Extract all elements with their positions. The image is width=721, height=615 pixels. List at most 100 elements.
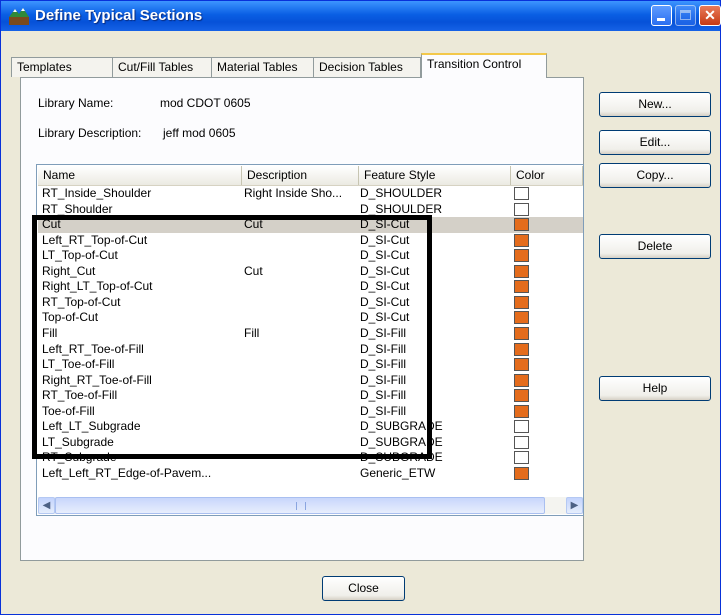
app-icon xyxy=(9,8,29,25)
color-swatch[interactable] xyxy=(514,373,529,387)
horizontal-scroll-thumb[interactable] xyxy=(55,497,545,514)
row-name: Cut xyxy=(42,217,61,232)
row-feature-style: D_SI-Fill xyxy=(360,388,407,403)
edit-button[interactable]: Edit... xyxy=(599,130,711,155)
color-swatch[interactable] xyxy=(514,218,529,232)
row-name: Left_RT_Top-of-Cut xyxy=(42,232,148,247)
row-feature-style: D_SI-Cut xyxy=(360,232,410,247)
color-swatch[interactable] xyxy=(514,264,529,278)
row-name: Left_LT_Subgrade xyxy=(42,419,141,434)
close-window-button[interactable]: ✕ xyxy=(699,5,721,26)
scroll-corner xyxy=(583,497,584,514)
column-header-feature-style[interactable]: Feature Style xyxy=(359,166,511,185)
dialog-window: Define Typical Sections ✕ Templates Cut/… xyxy=(0,0,721,615)
row-name: RT_Shoulder xyxy=(42,201,113,216)
table-row[interactable]: Right_LT_Top-of-Cut D_SI-Cut xyxy=(38,279,583,295)
scroll-up-button[interactable]: ▲ xyxy=(583,166,584,183)
color-swatch[interactable] xyxy=(514,389,529,403)
chevron-right-icon: ▶ xyxy=(570,500,579,511)
color-swatch[interactable] xyxy=(514,466,529,480)
column-header-color[interactable]: Color xyxy=(511,166,583,185)
horizontal-scrollbar[interactable]: ◀ ▶ xyxy=(38,497,583,514)
table-row[interactable]: Right_Cut Cut D_SI-Cut xyxy=(38,264,583,280)
row-feature-style: D_SI-Fill xyxy=(360,372,407,387)
minimize-button[interactable] xyxy=(651,5,672,26)
list-header: Name Description Feature Style Color xyxy=(38,166,583,186)
table-row[interactable]: Toe-of-Fill D_SI-Fill xyxy=(38,404,583,420)
table-row[interactable]: RT_Subgrade D_SUBGRADE xyxy=(38,450,583,466)
row-name: LT_Subgrade xyxy=(42,434,114,449)
scroll-right-button[interactable]: ▶ xyxy=(566,497,583,514)
table-row[interactable]: LT_Subgrade D_SUBGRADE xyxy=(38,435,583,451)
column-header-name[interactable]: Name xyxy=(38,166,242,185)
color-swatch[interactable] xyxy=(514,187,529,200)
title-bar[interactable]: Define Typical Sections ✕ xyxy=(1,1,721,31)
table-row[interactable]: Cut Cut D_SI-Cut xyxy=(38,217,583,233)
vertical-scroll-track[interactable] xyxy=(583,183,584,479)
row-feature-style: D_SUBGRADE xyxy=(360,434,443,449)
row-description: Right Inside Sho... xyxy=(244,186,343,200)
row-feature-style: D_SHOULDER xyxy=(360,186,443,200)
table-row[interactable]: RT_Inside_Shoulder Right Inside Sho... D_S… xyxy=(38,186,583,202)
row-feature-style: D_SI-Cut xyxy=(360,279,410,294)
new-button[interactable]: New... xyxy=(599,92,711,117)
transition-list[interactable]: Name Description Feature Style Color RT_… xyxy=(36,164,584,516)
column-header-description[interactable]: Description xyxy=(242,166,359,185)
color-swatch[interactable] xyxy=(514,311,529,325)
table-row[interactable]: Top-of-Cut D_SI-Cut xyxy=(38,310,583,326)
row-name: Left_Left_RT_Edge-of-Pavem... xyxy=(42,465,212,480)
row-feature-style: D_SI-Fill xyxy=(360,341,407,356)
row-name: Right_RT_Toe-of-Fill xyxy=(42,372,152,387)
table-row[interactable]: RT_Toe-of-Fill D_SI-Fill xyxy=(38,388,583,404)
color-swatch[interactable] xyxy=(514,202,529,216)
color-swatch[interactable] xyxy=(514,342,529,356)
scroll-left-button[interactable]: ◀ xyxy=(38,497,55,514)
color-swatch[interactable] xyxy=(514,249,529,263)
table-row[interactable]: Right_RT_Toe-of-Fill D_SI-Fill xyxy=(38,373,583,389)
row-name: Fill xyxy=(42,325,58,340)
table-row[interactable]: RT_Top-of-Cut D_SI-Cut xyxy=(38,295,583,311)
scroll-down-button[interactable]: ▼ xyxy=(583,479,584,496)
row-name: Left_RT_Toe-of-Fill xyxy=(42,341,144,356)
table-row[interactable]: LT_Top-of-Cut D_SI-Cut xyxy=(38,248,583,264)
table-row[interactable]: LT_Toe-of-Fill D_SI-Fill xyxy=(38,357,583,373)
color-swatch[interactable] xyxy=(514,420,529,434)
close-icon: ✕ xyxy=(704,7,716,23)
table-row[interactable]: RT_Shoulder D_SHOULDER xyxy=(38,202,583,218)
color-swatch[interactable] xyxy=(514,358,529,372)
row-feature-style: Generic_ETW xyxy=(360,465,436,480)
row-name: RT_Top-of-Cut xyxy=(42,294,121,309)
help-button[interactable]: Help xyxy=(599,376,711,401)
library-name-label: Library Name: xyxy=(38,96,114,110)
row-feature-style: D_SI-Cut xyxy=(360,294,410,309)
row-name: Top-of-Cut xyxy=(42,310,99,325)
color-swatch[interactable] xyxy=(514,280,529,294)
vertical-scrollbar[interactable]: ▲ ▼ xyxy=(583,166,584,496)
row-name: RT_Subgrade xyxy=(42,450,117,465)
tab-cut-fill-tables[interactable]: Cut/Fill Tables xyxy=(112,57,212,77)
table-row[interactable]: Left_Left_RT_Edge-of-Pavem... Generic_ETW xyxy=(38,466,583,482)
tab-templates[interactable]: Templates xyxy=(11,57,113,77)
maximize-icon xyxy=(680,10,691,20)
row-feature-style: D_SI-Fill xyxy=(360,325,407,340)
color-swatch[interactable] xyxy=(514,233,529,247)
table-row[interactable]: Left_LT_Subgrade D_SUBGRADE xyxy=(38,419,583,435)
row-name: LT_Top-of-Cut xyxy=(42,248,118,263)
delete-button[interactable]: Delete xyxy=(599,234,711,259)
tab-material-tables[interactable]: Material Tables xyxy=(211,57,314,77)
color-swatch[interactable] xyxy=(514,451,529,465)
table-row[interactable]: Left_RT_Top-of-Cut D_SI-Cut xyxy=(38,233,583,249)
vertical-scroll-thumb[interactable] xyxy=(583,346,584,411)
color-swatch[interactable] xyxy=(514,404,529,418)
tab-decision-tables[interactable]: Decision Tables xyxy=(313,57,421,77)
row-feature-style: D_SI-Cut xyxy=(360,248,410,263)
maximize-button[interactable] xyxy=(675,5,696,26)
color-swatch[interactable] xyxy=(514,295,529,309)
tab-transition-control[interactable]: Transition Control xyxy=(421,53,547,78)
close-button[interactable]: Close xyxy=(322,576,405,601)
table-row[interactable]: Left_RT_Toe-of-Fill D_SI-Fill xyxy=(38,342,583,358)
color-swatch[interactable] xyxy=(514,326,529,340)
table-row[interactable]: Fill Fill D_SI-Fill xyxy=(38,326,583,342)
copy-button[interactable]: Copy... xyxy=(599,163,711,188)
color-swatch[interactable] xyxy=(514,435,529,449)
